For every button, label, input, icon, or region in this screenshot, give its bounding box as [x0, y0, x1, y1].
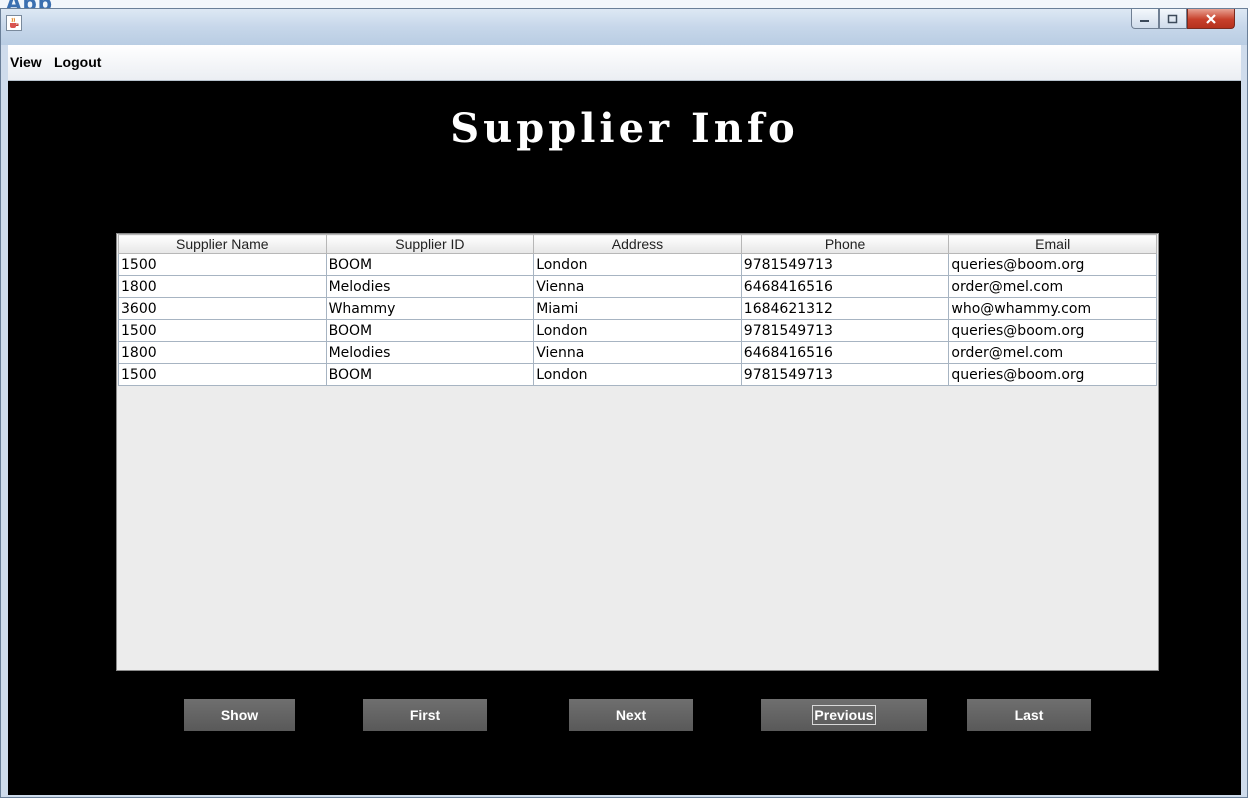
table-cell[interactable]: BOOM — [325, 363, 535, 386]
table-cell[interactable]: Whammy — [325, 297, 535, 320]
table-cell[interactable]: queries@boom.org — [948, 363, 1157, 386]
previous-button[interactable]: Previous — [761, 699, 927, 731]
table-cell[interactable]: 6468416516 — [740, 341, 950, 364]
table-cell[interactable]: 1500 — [118, 253, 327, 276]
show-button-label: Show — [220, 707, 259, 723]
first-button-label: First — [409, 707, 441, 723]
table-row[interactable]: 1800 Melodies Vienna 6468416516 order@me… — [118, 341, 1157, 364]
show-button[interactable]: Show — [184, 699, 295, 731]
column-header[interactable]: Address — [533, 234, 742, 254]
table-cell[interactable]: London — [533, 319, 742, 342]
table-cell[interactable]: London — [533, 363, 742, 386]
menu-view[interactable]: View — [10, 54, 42, 70]
table-row[interactable]: 1500 BOOM London 9781549713 queries@boom… — [118, 319, 1157, 342]
table-cell[interactable]: 6468416516 — [740, 275, 950, 298]
last-button[interactable]: Last — [967, 699, 1091, 731]
next-button-label: Next — [615, 707, 647, 723]
column-header[interactable]: Supplier Name — [118, 234, 327, 254]
maximize-icon[interactable] — [1159, 9, 1187, 29]
previous-button-label: Previous — [812, 705, 876, 725]
title-bar[interactable] — [1, 9, 1247, 45]
table-row[interactable]: 1800 Melodies Vienna 6468416516 order@me… — [118, 275, 1157, 298]
table-row[interactable]: 1500 BOOM London 9781549713 queries@boom… — [118, 363, 1157, 386]
table-cell[interactable]: 1800 — [118, 275, 327, 298]
table-cell[interactable]: 1684621312 — [740, 297, 950, 320]
minimize-icon[interactable] — [1131, 9, 1159, 29]
table-row[interactable]: 1500 BOOM London 9781549713 queries@boom… — [118, 253, 1157, 276]
table-cell[interactable]: 9781549713 — [740, 253, 950, 276]
table-cell[interactable]: 1500 — [118, 363, 327, 386]
table-cell[interactable]: 9781549713 — [740, 319, 950, 342]
table-cell[interactable]: order@mel.com — [948, 275, 1157, 298]
table-cell[interactable]: queries@boom.org — [948, 253, 1157, 276]
table-cell[interactable]: London — [533, 253, 742, 276]
last-button-label: Last — [1014, 707, 1044, 723]
supplier-table[interactable]: Supplier Name Supplier ID Address Phone … — [116, 233, 1159, 671]
desktop-strip: App — [0, 0, 1250, 15]
table-cell[interactable]: 1500 — [118, 319, 327, 342]
table-cell[interactable]: BOOM — [325, 253, 535, 276]
table-cell[interactable]: BOOM — [325, 319, 535, 342]
table-header-row: Supplier Name Supplier ID Address Phone … — [118, 234, 1157, 254]
java-cup-icon[interactable] — [6, 15, 22, 31]
app-window: View Logout Supplier Info Supplier Name … — [0, 8, 1248, 798]
page-title: Supplier Info — [450, 105, 799, 152]
menu-logout[interactable]: Logout — [54, 54, 101, 70]
table-cell[interactable]: 3600 — [118, 297, 327, 320]
column-header[interactable]: Supplier ID — [325, 234, 535, 254]
table-cell[interactable]: Melodies — [325, 275, 535, 298]
table-cell[interactable]: Vienna — [533, 341, 742, 364]
first-button[interactable]: First — [363, 699, 487, 731]
column-header[interactable]: Email — [948, 234, 1157, 254]
menu-bar: View Logout — [8, 45, 1241, 81]
table-cell[interactable]: queries@boom.org — [948, 319, 1157, 342]
table-cell[interactable]: Melodies — [325, 341, 535, 364]
column-header[interactable]: Phone — [740, 234, 950, 254]
window-controls — [1131, 9, 1235, 31]
main-panel: Supplier Info Supplier Name Supplier ID … — [8, 81, 1241, 795]
table-cell[interactable]: order@mel.com — [948, 341, 1157, 364]
close-icon[interactable] — [1187, 9, 1235, 29]
table-cell[interactable]: Vienna — [533, 275, 742, 298]
table-row[interactable]: 3600 Whammy Miami 1684621312 who@whammy.… — [118, 297, 1157, 320]
table-cell[interactable]: who@whammy.com — [948, 297, 1157, 320]
next-button[interactable]: Next — [569, 699, 693, 731]
table-cell[interactable]: 1800 — [118, 341, 327, 364]
table-cell[interactable]: 9781549713 — [740, 363, 950, 386]
table-cell[interactable]: Miami — [533, 297, 742, 320]
